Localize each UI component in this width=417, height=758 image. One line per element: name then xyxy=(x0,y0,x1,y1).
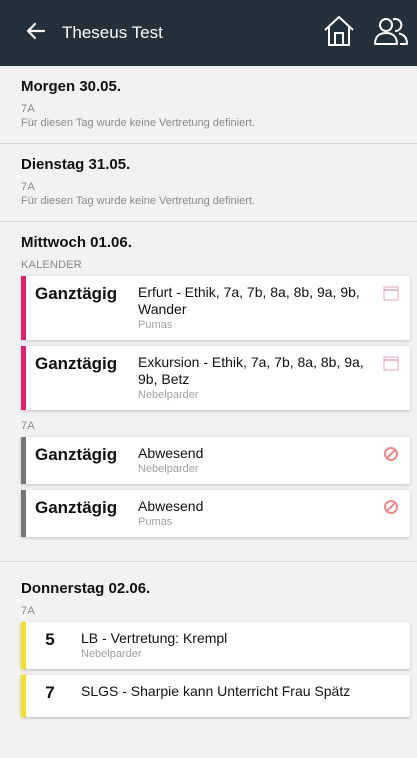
day-title: Donnerstag 02.06. xyxy=(21,580,151,597)
calendar-stripe xyxy=(21,276,26,340)
period-number: 7 xyxy=(45,683,55,702)
period-entry-card[interactable]: 7 SLGS - Sharpie kann Unterricht Frau Sp… xyxy=(21,675,410,717)
day-section: Morgen 30.05. 7A Für diesen Tag wurde ke… xyxy=(0,66,417,144)
day-title: Morgen 30.05. xyxy=(21,78,122,95)
absent-icon xyxy=(382,498,400,516)
absence-stripe xyxy=(21,490,26,537)
calendar-icon xyxy=(382,284,400,302)
day-section: Donnerstag 02.06. 7A 5 LB - Vertretung: … xyxy=(0,562,417,737)
calendar-entry-card[interactable]: Ganztägig Erfurt - Ethik, 7a, 7b, 8a, 8b… xyxy=(21,276,410,340)
entry-group: Pumas xyxy=(138,319,173,331)
entry-title: SLGS - Sharpie kann Unterricht Frau Spät… xyxy=(81,683,351,699)
entry-group: Nebelparder xyxy=(138,389,199,401)
entry-group: Pumas xyxy=(138,516,173,528)
entry-title: Abwesend xyxy=(138,445,204,461)
calendar-icon xyxy=(382,354,400,372)
entry-time: Ganztägig xyxy=(35,498,118,517)
absence-stripe xyxy=(21,437,26,484)
period-entry-card[interactable]: 5 LB - Vertretung: Krempl Nebelparder xyxy=(21,622,410,669)
entry-time: Ganztägig xyxy=(35,445,118,464)
entry-time: Ganztägig xyxy=(35,284,118,303)
absence-entry-card[interactable]: Ganztägig Abwesend Pumas xyxy=(21,490,410,537)
no-substitution-message: Für diesen Tag wurde keine Vertretung de… xyxy=(21,117,255,129)
entry-group: Nebelparder xyxy=(138,463,199,475)
entry-group: Nebelparder xyxy=(81,648,142,660)
calendar-entry-card[interactable]: Ganztägig Exkursion - Ethik, 7a, 7b, 8a,… xyxy=(21,346,410,410)
section-label-class: 7A xyxy=(21,420,35,432)
day-section: Mittwoch 01.06. KALENDER Ganztägig Erfur… xyxy=(0,222,417,562)
home-button[interactable] xyxy=(317,11,361,55)
absence-entry-card[interactable]: Ganztägig Abwesend Nebelparder xyxy=(21,437,410,484)
back-arrow-icon xyxy=(26,21,46,46)
entry-title: Abwesend xyxy=(138,498,204,514)
day-title: Dienstag 31.05. xyxy=(21,156,131,173)
app-title: Theseus Test xyxy=(62,23,163,42)
users-button[interactable] xyxy=(369,11,413,55)
users-icon xyxy=(373,14,409,53)
entry-title: Exkursion - Ethik, 7a, 7b, 8a, 8b, 9a, 9… xyxy=(138,354,364,387)
day-section: Dienstag 31.05. 7A Für diesen Tag wurde … xyxy=(0,144,417,222)
back-button[interactable] xyxy=(14,0,58,66)
period-number: 5 xyxy=(45,630,55,649)
section-label-calendar: KALENDER xyxy=(21,259,82,271)
section-label-class: 7A xyxy=(21,605,35,617)
home-icon xyxy=(322,14,356,53)
entry-title: Erfurt - Ethik, 7a, 7b, 8a, 8b, 9a, 9b, … xyxy=(138,284,360,317)
entry-time: Ganztägig xyxy=(35,354,118,373)
schedule-list[interactable]: Morgen 30.05. 7A Für diesen Tag wurde ke… xyxy=(0,66,417,758)
class-label: 7A xyxy=(21,181,35,193)
day-title: Mittwoch 01.06. xyxy=(21,234,132,251)
period-stripe xyxy=(21,675,26,717)
period-stripe xyxy=(21,622,26,669)
no-substitution-message: Für diesen Tag wurde keine Vertretung de… xyxy=(21,195,255,207)
absent-icon xyxy=(382,445,400,463)
class-label: 7A xyxy=(21,103,35,115)
calendar-stripe xyxy=(21,346,26,410)
app-bar: Theseus Test xyxy=(0,0,417,66)
entry-title: LB - Vertretung: Krempl xyxy=(81,630,228,646)
